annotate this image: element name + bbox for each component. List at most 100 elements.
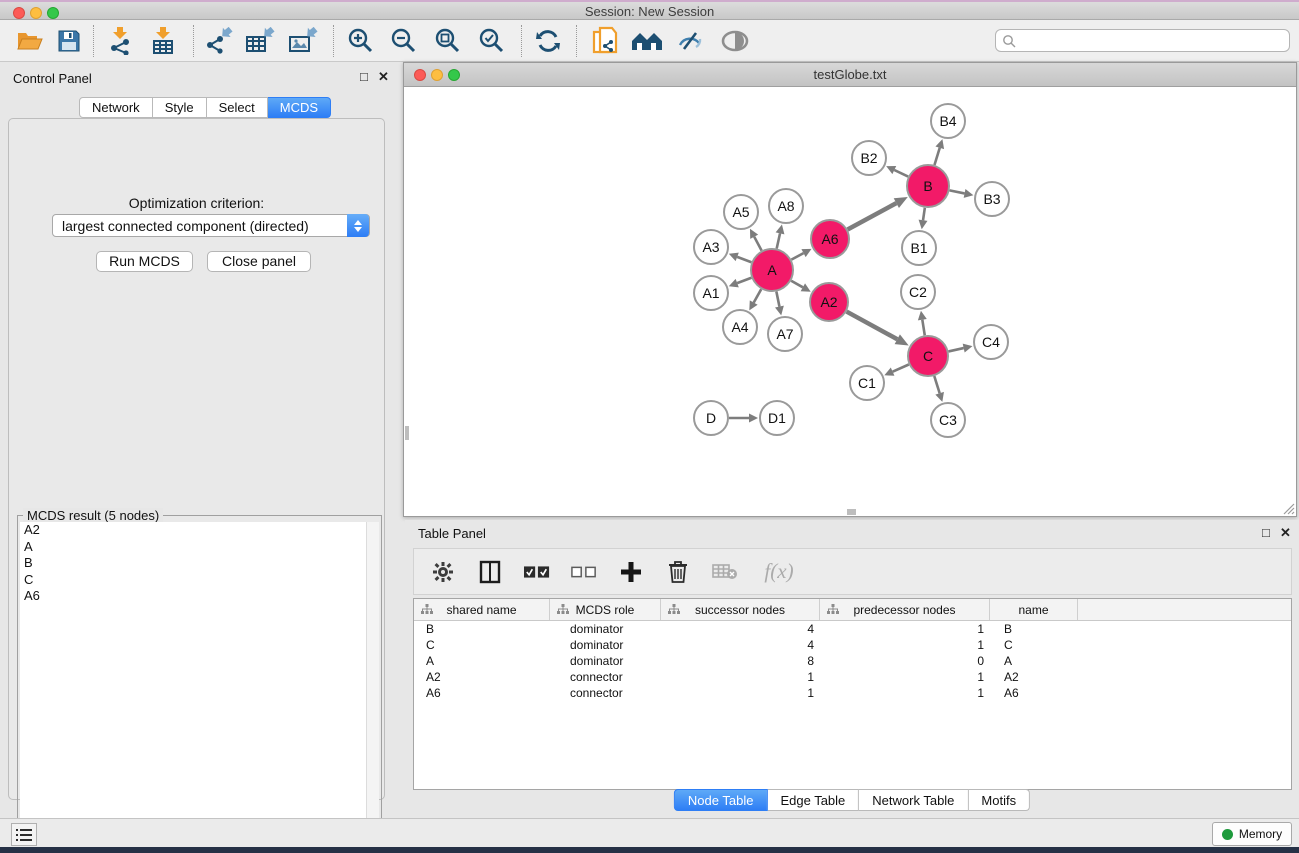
clone-network-icon[interactable]: [588, 26, 622, 56]
split-columns-icon[interactable]: [477, 559, 503, 585]
edge-A-A7[interactable]: [776, 292, 779, 307]
table-cell[interactable]: connector: [550, 685, 661, 701]
column-header-shared-name[interactable]: shared name: [414, 599, 550, 620]
tab-mcds[interactable]: MCDS: [268, 97, 331, 118]
edge-B-B4[interactable]: [934, 148, 939, 165]
table-cell[interactable]: dominator: [550, 621, 661, 637]
mcds-result-item[interactable]: B: [20, 555, 379, 572]
delete-column-icon[interactable]: [665, 559, 691, 585]
table-cell[interactable]: A2: [990, 669, 1078, 685]
table-cell[interactable]: A6: [414, 685, 550, 701]
table-cell[interactable]: 8: [661, 653, 820, 669]
table-cell[interactable]: A: [990, 653, 1078, 669]
edge-A-A4[interactable]: [754, 289, 762, 302]
table-row[interactable]: A6connector11A6: [414, 685, 1291, 701]
edge-A-A3[interactable]: [737, 257, 751, 262]
birds-eye-icon[interactable]: [718, 26, 752, 56]
tab-network-table[interactable]: Network Table: [859, 789, 968, 811]
mcds-list-scrollbar[interactable]: [366, 522, 379, 849]
edge-A-A2[interactable]: [791, 281, 803, 288]
edge-A-A6[interactable]: [791, 253, 803, 259]
table-cell[interactable]: connector: [550, 669, 661, 685]
table-settings-icon[interactable]: [430, 559, 456, 585]
network-window-titlebar[interactable]: testGlobe.txt: [404, 63, 1296, 87]
close-panel-button[interactable]: Close panel: [207, 251, 311, 272]
table-cell[interactable]: C: [990, 637, 1078, 653]
add-column-icon[interactable]: [618, 559, 644, 585]
table-cell[interactable]: 1: [661, 685, 820, 701]
hide-graphics-details-icon[interactable]: [673, 26, 707, 56]
vertical-scrollbar-thumb[interactable]: [405, 426, 409, 440]
criterion-dropdown[interactable]: largest connected component (directed): [52, 214, 370, 237]
table-cell[interactable]: C: [414, 637, 550, 653]
edge-B-B3[interactable]: [950, 190, 965, 193]
unselect-all-columns-icon[interactable]: [571, 559, 597, 585]
column-header-mcds-role[interactable]: MCDS role: [550, 599, 661, 620]
resize-grip-icon[interactable]: [1281, 501, 1295, 515]
tab-motifs[interactable]: Motifs: [968, 789, 1030, 811]
open-session-icon[interactable]: [13, 26, 47, 56]
network-canvas[interactable]: B4B2BB3A8A5A6B1A3AC2A1A2A4A7C4CC1C3DD1: [405, 88, 1295, 515]
table-close-panel-icon[interactable]: ✕: [1280, 525, 1291, 541]
tab-network[interactable]: Network: [79, 97, 153, 118]
mcds-result-item[interactable]: C: [20, 572, 379, 589]
mcds-result-item[interactable]: A6: [20, 588, 379, 605]
table-cell[interactable]: A2: [414, 669, 550, 685]
table-cell[interactable]: 1: [820, 621, 990, 637]
table-cell[interactable]: 1: [820, 637, 990, 653]
tab-select[interactable]: Select: [207, 97, 268, 118]
table-cell[interactable]: 0: [820, 653, 990, 669]
edge-A-A5[interactable]: [754, 237, 761, 251]
home-icon[interactable]: [630, 26, 664, 56]
close-panel-icon[interactable]: ✕: [378, 69, 389, 85]
table-cell[interactable]: A6: [990, 685, 1078, 701]
table-float-panel-icon[interactable]: □: [1262, 525, 1270, 540]
edge-C-C1[interactable]: [893, 364, 909, 371]
horizontal-scrollbar-thumb[interactable]: [847, 509, 856, 515]
mcds-result-item[interactable]: A: [20, 539, 379, 556]
float-panel-icon[interactable]: □: [360, 69, 368, 84]
column-header-predecessor-nodes[interactable]: predecessor nodes: [820, 599, 990, 620]
export-network-icon[interactable]: [201, 26, 235, 56]
import-table-icon[interactable]: [146, 26, 180, 56]
export-table-icon[interactable]: [243, 26, 277, 56]
table-cell[interactable]: 1: [820, 669, 990, 685]
zoom-out-icon[interactable]: [387, 26, 421, 56]
table-row[interactable]: Adominator80A: [414, 653, 1291, 669]
refresh-icon[interactable]: [531, 26, 565, 56]
edge-B-B2[interactable]: [894, 170, 908, 177]
table-cell[interactable]: A: [414, 653, 550, 669]
table-cell[interactable]: B: [990, 621, 1078, 637]
table-cell[interactable]: dominator: [550, 653, 661, 669]
edge-C-C2[interactable]: [922, 320, 924, 336]
table-row[interactable]: A2connector11A2: [414, 669, 1291, 685]
tab-node-table[interactable]: Node Table: [674, 789, 768, 811]
mcds-result-item[interactable]: A2: [20, 522, 379, 539]
table-row[interactable]: Bdominator41B: [414, 621, 1291, 637]
tab-style[interactable]: Style: [153, 97, 207, 118]
table-cell[interactable]: B: [414, 621, 550, 637]
table-cell[interactable]: 1: [820, 685, 990, 701]
select-all-columns-icon[interactable]: [524, 559, 550, 585]
edge-C-C3[interactable]: [934, 376, 939, 393]
edge-A-A8[interactable]: [777, 233, 780, 248]
zoom-selected-icon[interactable]: [475, 26, 509, 56]
import-network-icon[interactable]: [103, 26, 137, 56]
column-header-successor-nodes[interactable]: successor nodes: [661, 599, 820, 620]
edge-B-B1[interactable]: [923, 208, 925, 221]
table-cell[interactable]: dominator: [550, 637, 661, 653]
zoom-in-icon[interactable]: [344, 26, 378, 56]
edge-A6-B[interactable]: [848, 203, 897, 229]
edge-A2-C[interactable]: [847, 312, 898, 340]
table-cell[interactable]: 4: [661, 637, 820, 653]
table-row[interactable]: Cdominator41C: [414, 637, 1291, 653]
table-cell[interactable]: 4: [661, 621, 820, 637]
mcds-result-list[interactable]: A2ABCA6: [20, 522, 379, 849]
table-cell[interactable]: 1: [661, 669, 820, 685]
zoom-fit-icon[interactable]: [431, 26, 465, 56]
edge-A-A1[interactable]: [737, 278, 751, 283]
tab-edge-table[interactable]: Edge Table: [767, 789, 859, 811]
column-header-name[interactable]: name: [990, 599, 1078, 620]
run-mcds-button[interactable]: Run MCDS: [96, 251, 193, 272]
task-history-button[interactable]: [11, 823, 37, 846]
